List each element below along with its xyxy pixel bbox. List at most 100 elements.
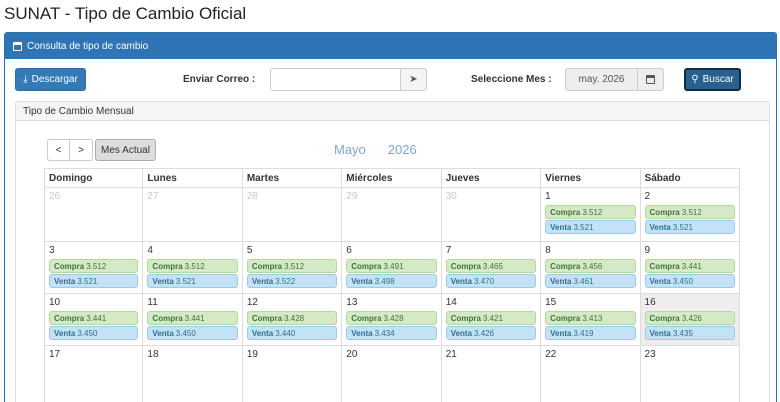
exchange-rate-panel: Consulta de tipo de cambio ⤓ Descargar E… bbox=[4, 32, 777, 402]
buy-rate-value: 3.512 bbox=[284, 261, 305, 271]
sell-label: Venta bbox=[251, 276, 274, 286]
calendar-day[interactable]: 27 bbox=[143, 188, 243, 241]
calendar-day[interactable]: 15 Compra 3.413 Venta 3.419 bbox=[541, 294, 641, 345]
buy-rate-event[interactable]: Compra 3.441 bbox=[49, 311, 139, 325]
weekday-label: Jueves bbox=[442, 169, 542, 187]
calendar-day[interactable]: 29 bbox=[342, 188, 442, 241]
sell-rate-value: 3.461 bbox=[573, 276, 594, 286]
sell-rate-event[interactable]: Venta 3.440 bbox=[246, 326, 338, 340]
calendar-day[interactable]: 28 bbox=[243, 188, 343, 241]
calendar-day[interactable]: 18 bbox=[143, 346, 243, 402]
calendar-day[interactable]: 3 Compra 3.512 Venta 3.521 bbox=[44, 242, 144, 293]
calendar-icon bbox=[13, 41, 22, 51]
calendar-day[interactable]: 12 Compra 3.428 Venta 3.440 bbox=[243, 294, 343, 345]
calendar-day[interactable]: 21 bbox=[442, 346, 542, 402]
buy-rate-event[interactable]: Compra 3.512 bbox=[147, 259, 238, 273]
buy-rate-value: 3.428 bbox=[383, 313, 404, 323]
sell-rate-event[interactable]: Venta 3.461 bbox=[545, 274, 636, 288]
buy-label: Compra bbox=[54, 261, 85, 271]
sell-rate-event[interactable]: Venta 3.521 bbox=[49, 274, 139, 288]
calendar-day[interactable]: 16 Compra 3.426 Venta 3.435 bbox=[640, 294, 740, 345]
sell-label: Venta bbox=[649, 276, 671, 286]
calendar-day[interactable]: 9 Compra 3.441 Venta 3.450 bbox=[641, 242, 740, 293]
buy-rate-event[interactable]: Compra 3.441 bbox=[147, 311, 238, 325]
download-icon: ⤓ bbox=[23, 74, 28, 85]
calendar-day[interactable]: 20 bbox=[342, 346, 442, 402]
sell-label: Venta bbox=[450, 276, 473, 286]
buy-rate-event[interactable]: Compra 3.456 bbox=[545, 259, 636, 273]
calendar-day[interactable]: 8 Compra 3.456 Venta 3.461 bbox=[541, 242, 641, 293]
buy-rate-event[interactable]: Compra 3.421 bbox=[445, 311, 537, 325]
buy-rate-event[interactable]: Compra 3.491 bbox=[346, 259, 437, 273]
sell-rate-event[interactable]: Venta 3.419 bbox=[545, 326, 636, 340]
monthly-heading: Tipo de Cambio Mensual bbox=[16, 102, 769, 121]
sell-label: Venta bbox=[54, 276, 76, 286]
sell-rate-event[interactable]: Venta 3.450 bbox=[147, 326, 238, 340]
buy-rate-value: 3.413 bbox=[582, 313, 603, 323]
sell-label: Venta bbox=[550, 222, 572, 232]
sell-label: Venta bbox=[351, 328, 373, 338]
calendar-day[interactable]: 30 bbox=[442, 188, 542, 241]
calendar-day[interactable]: 10 Compra 3.441 Venta 3.450 bbox=[44, 294, 144, 345]
day-number: 21 bbox=[445, 349, 457, 360]
send-email-button[interactable]: ➤ bbox=[400, 68, 427, 91]
buy-rate-event[interactable]: Compra 3.426 bbox=[644, 311, 735, 325]
sell-rate-event[interactable]: Venta 3.521 bbox=[644, 220, 735, 234]
sell-rate-event[interactable]: Venta 3.426 bbox=[445, 326, 537, 340]
calendar-day[interactable]: 1 Compra 3.512 Venta 3.521 bbox=[541, 188, 641, 241]
buy-rate-event[interactable]: Compra 3.512 bbox=[644, 205, 735, 219]
buy-rate-event[interactable]: Compra 3.441 bbox=[644, 259, 735, 273]
calendar-day[interactable]: 5 Compra 3.512 Venta 3.522 bbox=[243, 242, 343, 293]
sell-rate-event[interactable]: Venta 3.435 bbox=[644, 326, 735, 340]
buy-rate-event[interactable]: Compra 3.512 bbox=[545, 205, 636, 219]
buy-rate-event[interactable]: Compra 3.413 bbox=[545, 311, 636, 325]
sell-rate-event[interactable]: Venta 3.450 bbox=[49, 326, 139, 340]
calendar-day[interactable]: 23 bbox=[641, 346, 740, 402]
buy-label: Compra bbox=[450, 261, 481, 271]
sell-rate-event[interactable]: Venta 3.521 bbox=[147, 274, 238, 288]
prev-month-button[interactable]: < bbox=[47, 139, 70, 161]
sell-rate-event[interactable]: Venta 3.521 bbox=[545, 220, 636, 234]
calendar-day[interactable]: 11 Compra 3.441 Venta 3.450 bbox=[143, 294, 243, 345]
calendar-icon bbox=[646, 75, 655, 84]
buy-rate-value: 3.441 bbox=[86, 313, 107, 323]
month-input[interactable]: may. 2026 bbox=[565, 68, 638, 91]
calendar-day[interactable]: 22 bbox=[541, 346, 641, 402]
calendar-day[interactable]: 26 bbox=[44, 188, 144, 241]
calendar-day[interactable]: 2 Compra 3.512 Venta 3.521 bbox=[641, 188, 740, 241]
buy-rate-event[interactable]: Compra 3.512 bbox=[49, 259, 139, 273]
month-picker-button[interactable] bbox=[637, 68, 664, 91]
day-number: 26 bbox=[49, 191, 61, 202]
day-number: 9 bbox=[644, 245, 651, 256]
current-month-button[interactable]: Mes Actual bbox=[95, 139, 156, 161]
calendar-day[interactable]: 17 bbox=[44, 346, 144, 402]
buy-rate-event[interactable]: Compra 3.428 bbox=[246, 311, 338, 325]
calendar-day[interactable]: 6 Compra 3.491 Venta 3.498 bbox=[342, 242, 442, 293]
calendar-day[interactable]: 7 Compra 3.465 Venta 3.470 bbox=[442, 242, 542, 293]
sell-rate-event[interactable]: Venta 3.450 bbox=[644, 274, 735, 288]
next-month-button[interactable]: > bbox=[70, 139, 93, 161]
buy-rate-event[interactable]: Compra 3.428 bbox=[346, 311, 437, 325]
sell-rate-event[interactable]: Venta 3.498 bbox=[346, 274, 437, 288]
email-input[interactable] bbox=[270, 68, 401, 91]
sell-rate-event[interactable]: Venta 3.434 bbox=[346, 326, 437, 340]
sell-label: Venta bbox=[649, 328, 671, 338]
calendar-week: 3 Compra 3.512 Venta 3.521 4 Compra 3.512 Venta 3… bbox=[44, 242, 740, 294]
weekday-label: Miércoles bbox=[342, 169, 442, 187]
calendar-day[interactable]: 13 Compra 3.428 Venta 3.434 bbox=[342, 294, 442, 345]
calendar-day[interactable]: 4 Compra 3.512 Venta 3.521 bbox=[143, 242, 243, 293]
calendar-day[interactable]: 14 Compra 3.421 Venta 3.426 bbox=[442, 294, 542, 345]
day-number: 6 bbox=[346, 245, 352, 256]
buy-rate-event[interactable]: Compra 3.512 bbox=[246, 259, 338, 273]
buy-label: Compra bbox=[649, 313, 680, 323]
buy-rate-event[interactable]: Compra 3.465 bbox=[445, 259, 537, 273]
buy-label: Compra bbox=[54, 313, 85, 323]
download-button[interactable]: ⤓ Descargar bbox=[15, 68, 86, 91]
day-number: 14 bbox=[445, 297, 457, 308]
sell-rate-event[interactable]: Venta 3.522 bbox=[246, 274, 338, 288]
calendar-day[interactable]: 19 bbox=[243, 346, 343, 402]
sell-rate-value: 3.470 bbox=[474, 276, 495, 286]
search-button[interactable]: ⚲ Buscar bbox=[684, 68, 741, 91]
sell-rate-event[interactable]: Venta 3.470 bbox=[445, 274, 537, 288]
sell-rate-value: 3.435 bbox=[672, 328, 693, 338]
